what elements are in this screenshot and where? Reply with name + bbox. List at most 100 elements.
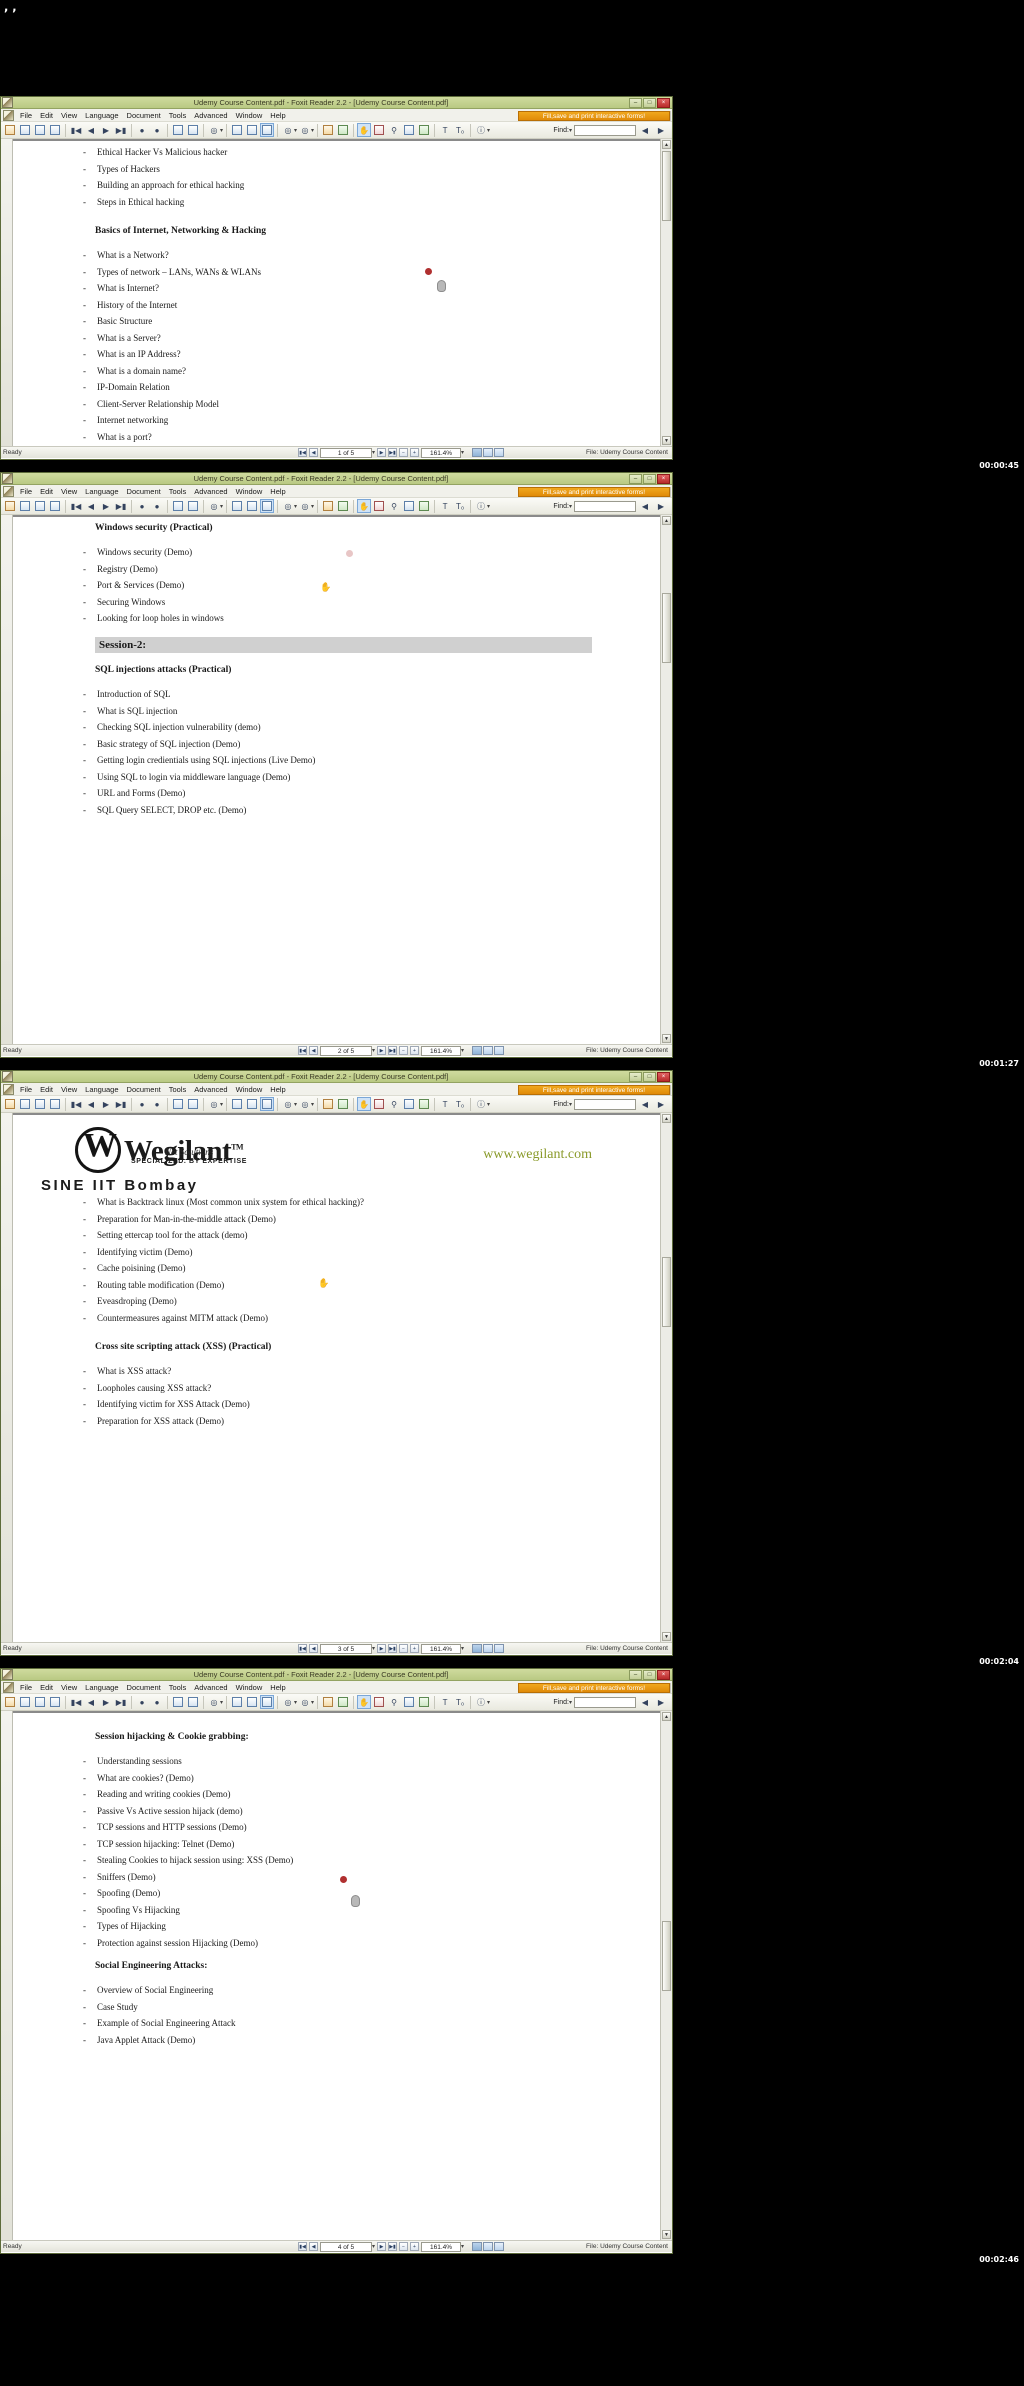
pdf-page[interactable]: Session hijacking & Cookie grabbing: Unde… xyxy=(13,1713,660,2240)
zoom-out-status-icon[interactable]: − xyxy=(399,2242,409,2251)
actual-size-icon[interactable] xyxy=(230,123,244,137)
scroll-up-arrow[interactable]: ▲ xyxy=(662,1114,671,1123)
fit-width-icon[interactable] xyxy=(260,499,275,513)
zoom-out-dropdown-icon[interactable]: ▾ xyxy=(220,1699,223,1706)
next-page-icon[interactable]: ▶ xyxy=(99,499,113,513)
snapshot-icon[interactable] xyxy=(321,1097,335,1111)
navigation-pane[interactable] xyxy=(1,1113,13,1642)
first-page-status-icon[interactable]: ▮◀ xyxy=(298,2242,307,2251)
menu-item-window[interactable]: Window xyxy=(232,487,267,496)
first-page-icon[interactable]: ▮◀ xyxy=(69,123,83,137)
scrollbar-thumb[interactable] xyxy=(662,1257,671,1327)
highlight-icon[interactable] xyxy=(417,1695,431,1709)
facing-view-icon[interactable] xyxy=(494,1046,505,1055)
menu-item-tools[interactable]: Tools xyxy=(165,1085,191,1094)
maximize-button[interactable]: □ xyxy=(643,1071,656,1082)
fit-page-icon[interactable] xyxy=(245,123,259,137)
navigation-pane[interactable] xyxy=(1,139,13,446)
menu-item-document[interactable]: Document xyxy=(123,1683,165,1692)
menu-item-advanced[interactable]: Advanced xyxy=(190,487,231,496)
rotate-right-icon[interactable]: ◎ xyxy=(298,499,312,513)
find-icon[interactable]: ⚲ xyxy=(387,1097,401,1111)
navigation-pane[interactable] xyxy=(1,1711,13,2240)
zoom-level-field[interactable]: 161.4% xyxy=(421,1045,462,1056)
menu-item-help[interactable]: Help xyxy=(266,111,289,120)
select-annotation-icon[interactable] xyxy=(372,123,386,137)
rotate-left-icon[interactable]: ◎ xyxy=(281,1695,295,1709)
page-dropdown-icon[interactable]: ▾ xyxy=(372,1047,375,1054)
rotate-left-icon[interactable]: ◎ xyxy=(281,123,295,137)
open-file-icon[interactable] xyxy=(3,499,17,513)
first-page-status-icon[interactable]: ▮◀ xyxy=(298,1644,307,1653)
page-number-field[interactable]: 3 of 5 xyxy=(320,1643,372,1654)
info-icon[interactable]: ⓘ xyxy=(474,499,488,513)
highlight-icon[interactable] xyxy=(417,1097,431,1111)
menu-item-file[interactable]: File xyxy=(16,1683,36,1692)
menu-item-advanced[interactable]: Advanced xyxy=(190,111,231,120)
scroll-up-arrow[interactable]: ▲ xyxy=(662,1712,671,1721)
actual-size-icon[interactable] xyxy=(230,1695,244,1709)
next-page-status-icon[interactable]: ▶ xyxy=(377,448,387,457)
minimize-button[interactable]: – xyxy=(629,473,642,484)
zoom-level-field[interactable]: 161.4% xyxy=(421,447,462,458)
zoom-out-icon[interactable]: ◎ xyxy=(207,123,221,137)
menu-item-file[interactable]: File xyxy=(16,111,36,120)
typewriter-icon[interactable] xyxy=(402,499,416,513)
scrollbar-thumb[interactable] xyxy=(662,151,671,221)
close-button[interactable]: × xyxy=(657,473,670,484)
rotate-right-dropdown-icon[interactable]: ▾ xyxy=(311,1699,314,1706)
duplicate-icon[interactable] xyxy=(186,123,200,137)
menu-item-advanced[interactable]: Advanced xyxy=(190,1085,231,1094)
highlight-icon[interactable] xyxy=(417,123,431,137)
hand-tool-icon[interactable]: ✋ xyxy=(357,499,372,513)
info-dropdown-icon[interactable]: ▾ xyxy=(487,503,490,510)
zoom-out-dropdown-icon[interactable]: ▾ xyxy=(220,1101,223,1108)
rotate-left-icon[interactable]: ◎ xyxy=(281,499,295,513)
pdf-page[interactable]: Windows security (Practical) Windows secu… xyxy=(13,517,660,1044)
email-icon[interactable] xyxy=(48,1695,62,1709)
find-icon[interactable]: ⚲ xyxy=(387,1695,401,1709)
menu-item-tools[interactable]: Tools xyxy=(165,111,191,120)
find-input[interactable] xyxy=(574,500,636,512)
menu-item-tools[interactable]: Tools xyxy=(165,487,191,496)
continuous-view-icon[interactable] xyxy=(483,1046,494,1055)
vertical-scrollbar[interactable]: ▲ ▼ xyxy=(660,515,672,1044)
rotate-right-icon[interactable]: ◎ xyxy=(298,123,312,137)
maximize-button[interactable]: □ xyxy=(643,1669,656,1680)
menu-item-help[interactable]: Help xyxy=(266,1683,289,1692)
next-page-status-icon[interactable]: ▶ xyxy=(377,1644,387,1653)
single-page-view-icon[interactable] xyxy=(472,1644,483,1653)
navigation-pane[interactable] xyxy=(1,515,13,1044)
facing-view-icon[interactable] xyxy=(494,1644,505,1653)
next-page-icon[interactable]: ▶ xyxy=(99,1695,113,1709)
snapshot-icon[interactable] xyxy=(321,123,335,137)
zoom-dropdown-icon[interactable]: ▾ xyxy=(461,449,464,456)
find-input[interactable] xyxy=(574,1696,636,1708)
next-view-icon[interactable]: ● xyxy=(150,1097,164,1111)
continuous-view-icon[interactable] xyxy=(483,1644,494,1653)
find-input[interactable] xyxy=(574,124,636,136)
menu-item-edit[interactable]: Edit xyxy=(36,487,57,496)
new-tab-icon[interactable] xyxy=(171,1097,185,1111)
save-icon[interactable] xyxy=(18,499,32,513)
find-previous-icon[interactable]: ◀ xyxy=(638,1097,652,1111)
rotate-left-icon[interactable]: ◎ xyxy=(281,1097,295,1111)
last-page-status-icon[interactable]: ▶▮ xyxy=(388,2242,398,2251)
find-next-icon[interactable]: ▶ xyxy=(654,123,668,137)
last-page-status-icon[interactable]: ▶▮ xyxy=(388,448,398,457)
info-dropdown-icon[interactable]: ▾ xyxy=(487,1699,490,1706)
email-icon[interactable] xyxy=(48,1097,62,1111)
new-tab-icon[interactable] xyxy=(171,1695,185,1709)
last-page-icon[interactable]: ▶▮ xyxy=(114,123,128,137)
scroll-up-arrow[interactable]: ▲ xyxy=(662,140,671,149)
previous-page-status-icon[interactable]: ◀ xyxy=(309,2242,318,2251)
last-page-status-icon[interactable]: ▶▮ xyxy=(388,1644,398,1653)
facing-view-icon[interactable] xyxy=(494,448,505,457)
next-view-icon[interactable]: ● xyxy=(150,1695,164,1709)
menu-item-document[interactable]: Document xyxy=(123,1085,165,1094)
previous-view-icon[interactable]: ● xyxy=(135,499,149,513)
email-icon[interactable] xyxy=(48,123,62,137)
text-viewer-icon[interactable] xyxy=(336,1097,350,1111)
menu-item-window[interactable]: Window xyxy=(232,111,267,120)
fit-page-icon[interactable] xyxy=(245,1097,259,1111)
